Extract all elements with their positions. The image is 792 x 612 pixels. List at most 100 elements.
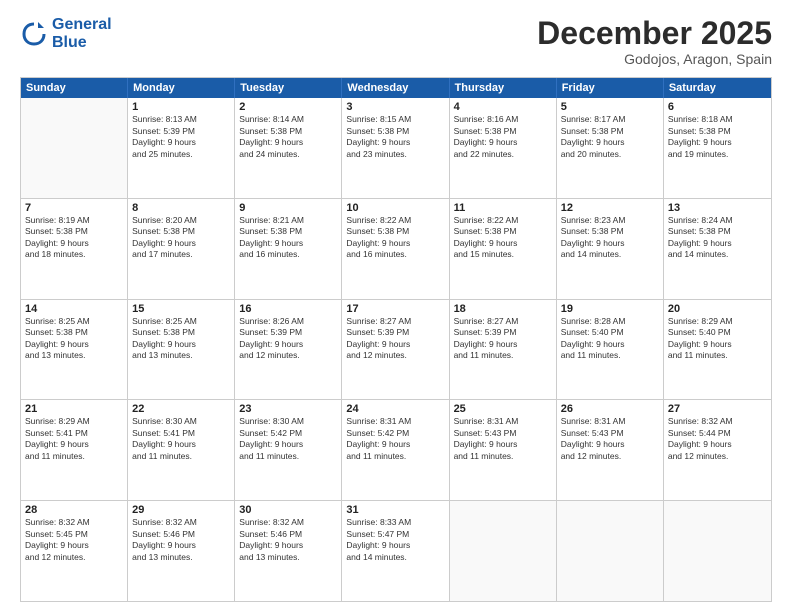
calendar-day-15: 15Sunrise: 8:25 AM Sunset: 5:38 PM Dayli… bbox=[128, 300, 235, 400]
calendar-week-3: 14Sunrise: 8:25 AM Sunset: 5:38 PM Dayli… bbox=[21, 299, 771, 400]
calendar-day-13: 13Sunrise: 8:24 AM Sunset: 5:38 PM Dayli… bbox=[664, 199, 771, 299]
calendar-day-1: 1Sunrise: 8:13 AM Sunset: 5:39 PM Daylig… bbox=[128, 98, 235, 198]
day-number: 6 bbox=[668, 101, 767, 113]
day-number: 31 bbox=[346, 504, 444, 516]
day-number: 19 bbox=[561, 303, 659, 315]
calendar-day-2: 2Sunrise: 8:14 AM Sunset: 5:38 PM Daylig… bbox=[235, 98, 342, 198]
day-info: Sunrise: 8:19 AM Sunset: 5:38 PM Dayligh… bbox=[25, 215, 123, 261]
day-number: 30 bbox=[239, 504, 337, 516]
page: General Blue December 2025 Godojos, Arag… bbox=[0, 0, 792, 612]
header-day-monday: Monday bbox=[128, 78, 235, 98]
day-info: Sunrise: 8:17 AM Sunset: 5:38 PM Dayligh… bbox=[561, 114, 659, 160]
day-number: 15 bbox=[132, 303, 230, 315]
calendar-day-17: 17Sunrise: 8:27 AM Sunset: 5:39 PM Dayli… bbox=[342, 300, 449, 400]
day-number: 22 bbox=[132, 403, 230, 415]
calendar-week-2: 7Sunrise: 8:19 AM Sunset: 5:38 PM Daylig… bbox=[21, 198, 771, 299]
day-info: Sunrise: 8:30 AM Sunset: 5:42 PM Dayligh… bbox=[239, 416, 337, 462]
day-info: Sunrise: 8:13 AM Sunset: 5:39 PM Dayligh… bbox=[132, 114, 230, 160]
calendar-empty-cell bbox=[557, 501, 664, 601]
location-subtitle: Godojos, Aragon, Spain bbox=[537, 51, 772, 67]
calendar-day-5: 5Sunrise: 8:17 AM Sunset: 5:38 PM Daylig… bbox=[557, 98, 664, 198]
calendar-day-27: 27Sunrise: 8:32 AM Sunset: 5:44 PM Dayli… bbox=[664, 400, 771, 500]
day-number: 12 bbox=[561, 202, 659, 214]
day-info: Sunrise: 8:31 AM Sunset: 5:43 PM Dayligh… bbox=[561, 416, 659, 462]
day-info: Sunrise: 8:30 AM Sunset: 5:41 PM Dayligh… bbox=[132, 416, 230, 462]
day-number: 23 bbox=[239, 403, 337, 415]
day-info: Sunrise: 8:32 AM Sunset: 5:44 PM Dayligh… bbox=[668, 416, 767, 462]
calendar-day-21: 21Sunrise: 8:29 AM Sunset: 5:41 PM Dayli… bbox=[21, 400, 128, 500]
logo: General Blue bbox=[20, 16, 112, 51]
calendar-empty-cell bbox=[450, 501, 557, 601]
day-number: 4 bbox=[454, 101, 552, 113]
calendar-body: 1Sunrise: 8:13 AM Sunset: 5:39 PM Daylig… bbox=[21, 98, 771, 601]
calendar-day-20: 20Sunrise: 8:29 AM Sunset: 5:40 PM Dayli… bbox=[664, 300, 771, 400]
header-day-thursday: Thursday bbox=[450, 78, 557, 98]
day-number: 11 bbox=[454, 202, 552, 214]
day-info: Sunrise: 8:20 AM Sunset: 5:38 PM Dayligh… bbox=[132, 215, 230, 261]
calendar: SundayMondayTuesdayWednesdayThursdayFrid… bbox=[20, 77, 772, 602]
day-number: 8 bbox=[132, 202, 230, 214]
day-number: 2 bbox=[239, 101, 337, 113]
day-info: Sunrise: 8:23 AM Sunset: 5:38 PM Dayligh… bbox=[561, 215, 659, 261]
day-number: 7 bbox=[25, 202, 123, 214]
header-day-friday: Friday bbox=[557, 78, 664, 98]
day-number: 24 bbox=[346, 403, 444, 415]
logo-text: General Blue bbox=[52, 16, 112, 51]
day-info: Sunrise: 8:22 AM Sunset: 5:38 PM Dayligh… bbox=[454, 215, 552, 261]
calendar-empty-cell bbox=[664, 501, 771, 601]
title-block: December 2025 Godojos, Aragon, Spain bbox=[537, 16, 772, 67]
header-day-tuesday: Tuesday bbox=[235, 78, 342, 98]
day-info: Sunrise: 8:22 AM Sunset: 5:38 PM Dayligh… bbox=[346, 215, 444, 261]
calendar-day-18: 18Sunrise: 8:27 AM Sunset: 5:39 PM Dayli… bbox=[450, 300, 557, 400]
day-info: Sunrise: 8:27 AM Sunset: 5:39 PM Dayligh… bbox=[454, 316, 552, 362]
day-info: Sunrise: 8:27 AM Sunset: 5:39 PM Dayligh… bbox=[346, 316, 444, 362]
calendar-day-14: 14Sunrise: 8:25 AM Sunset: 5:38 PM Dayli… bbox=[21, 300, 128, 400]
day-info: Sunrise: 8:18 AM Sunset: 5:38 PM Dayligh… bbox=[668, 114, 767, 160]
month-title: December 2025 bbox=[537, 16, 772, 51]
day-info: Sunrise: 8:26 AM Sunset: 5:39 PM Dayligh… bbox=[239, 316, 337, 362]
day-info: Sunrise: 8:32 AM Sunset: 5:46 PM Dayligh… bbox=[132, 517, 230, 563]
header-day-sunday: Sunday bbox=[21, 78, 128, 98]
day-number: 27 bbox=[668, 403, 767, 415]
calendar-day-11: 11Sunrise: 8:22 AM Sunset: 5:38 PM Dayli… bbox=[450, 199, 557, 299]
calendar-day-16: 16Sunrise: 8:26 AM Sunset: 5:39 PM Dayli… bbox=[235, 300, 342, 400]
header-day-saturday: Saturday bbox=[664, 78, 771, 98]
day-number: 9 bbox=[239, 202, 337, 214]
day-info: Sunrise: 8:14 AM Sunset: 5:38 PM Dayligh… bbox=[239, 114, 337, 160]
calendar-day-19: 19Sunrise: 8:28 AM Sunset: 5:40 PM Dayli… bbox=[557, 300, 664, 400]
day-info: Sunrise: 8:24 AM Sunset: 5:38 PM Dayligh… bbox=[668, 215, 767, 261]
day-info: Sunrise: 8:25 AM Sunset: 5:38 PM Dayligh… bbox=[132, 316, 230, 362]
day-info: Sunrise: 8:29 AM Sunset: 5:41 PM Dayligh… bbox=[25, 416, 123, 462]
calendar-empty-cell bbox=[21, 98, 128, 198]
calendar-week-1: 1Sunrise: 8:13 AM Sunset: 5:39 PM Daylig… bbox=[21, 98, 771, 198]
calendar-day-12: 12Sunrise: 8:23 AM Sunset: 5:38 PM Dayli… bbox=[557, 199, 664, 299]
calendar-day-7: 7Sunrise: 8:19 AM Sunset: 5:38 PM Daylig… bbox=[21, 199, 128, 299]
day-number: 17 bbox=[346, 303, 444, 315]
calendar-day-24: 24Sunrise: 8:31 AM Sunset: 5:42 PM Dayli… bbox=[342, 400, 449, 500]
day-info: Sunrise: 8:33 AM Sunset: 5:47 PM Dayligh… bbox=[346, 517, 444, 563]
calendar-day-6: 6Sunrise: 8:18 AM Sunset: 5:38 PM Daylig… bbox=[664, 98, 771, 198]
day-info: Sunrise: 8:32 AM Sunset: 5:46 PM Dayligh… bbox=[239, 517, 337, 563]
calendar-day-8: 8Sunrise: 8:20 AM Sunset: 5:38 PM Daylig… bbox=[128, 199, 235, 299]
day-number: 3 bbox=[346, 101, 444, 113]
header-day-wednesday: Wednesday bbox=[342, 78, 449, 98]
day-number: 29 bbox=[132, 504, 230, 516]
day-number: 20 bbox=[668, 303, 767, 315]
calendar-day-28: 28Sunrise: 8:32 AM Sunset: 5:45 PM Dayli… bbox=[21, 501, 128, 601]
calendar-day-3: 3Sunrise: 8:15 AM Sunset: 5:38 PM Daylig… bbox=[342, 98, 449, 198]
day-number: 21 bbox=[25, 403, 123, 415]
day-info: Sunrise: 8:28 AM Sunset: 5:40 PM Dayligh… bbox=[561, 316, 659, 362]
day-number: 28 bbox=[25, 504, 123, 516]
day-number: 5 bbox=[561, 101, 659, 113]
day-info: Sunrise: 8:16 AM Sunset: 5:38 PM Dayligh… bbox=[454, 114, 552, 160]
header: General Blue December 2025 Godojos, Arag… bbox=[20, 16, 772, 67]
calendar-week-5: 28Sunrise: 8:32 AM Sunset: 5:45 PM Dayli… bbox=[21, 500, 771, 601]
day-info: Sunrise: 8:25 AM Sunset: 5:38 PM Dayligh… bbox=[25, 316, 123, 362]
calendar-day-10: 10Sunrise: 8:22 AM Sunset: 5:38 PM Dayli… bbox=[342, 199, 449, 299]
calendar-day-4: 4Sunrise: 8:16 AM Sunset: 5:38 PM Daylig… bbox=[450, 98, 557, 198]
day-info: Sunrise: 8:31 AM Sunset: 5:43 PM Dayligh… bbox=[454, 416, 552, 462]
calendar-day-23: 23Sunrise: 8:30 AM Sunset: 5:42 PM Dayli… bbox=[235, 400, 342, 500]
day-number: 26 bbox=[561, 403, 659, 415]
calendar-week-4: 21Sunrise: 8:29 AM Sunset: 5:41 PM Dayli… bbox=[21, 399, 771, 500]
calendar-day-29: 29Sunrise: 8:32 AM Sunset: 5:46 PM Dayli… bbox=[128, 501, 235, 601]
